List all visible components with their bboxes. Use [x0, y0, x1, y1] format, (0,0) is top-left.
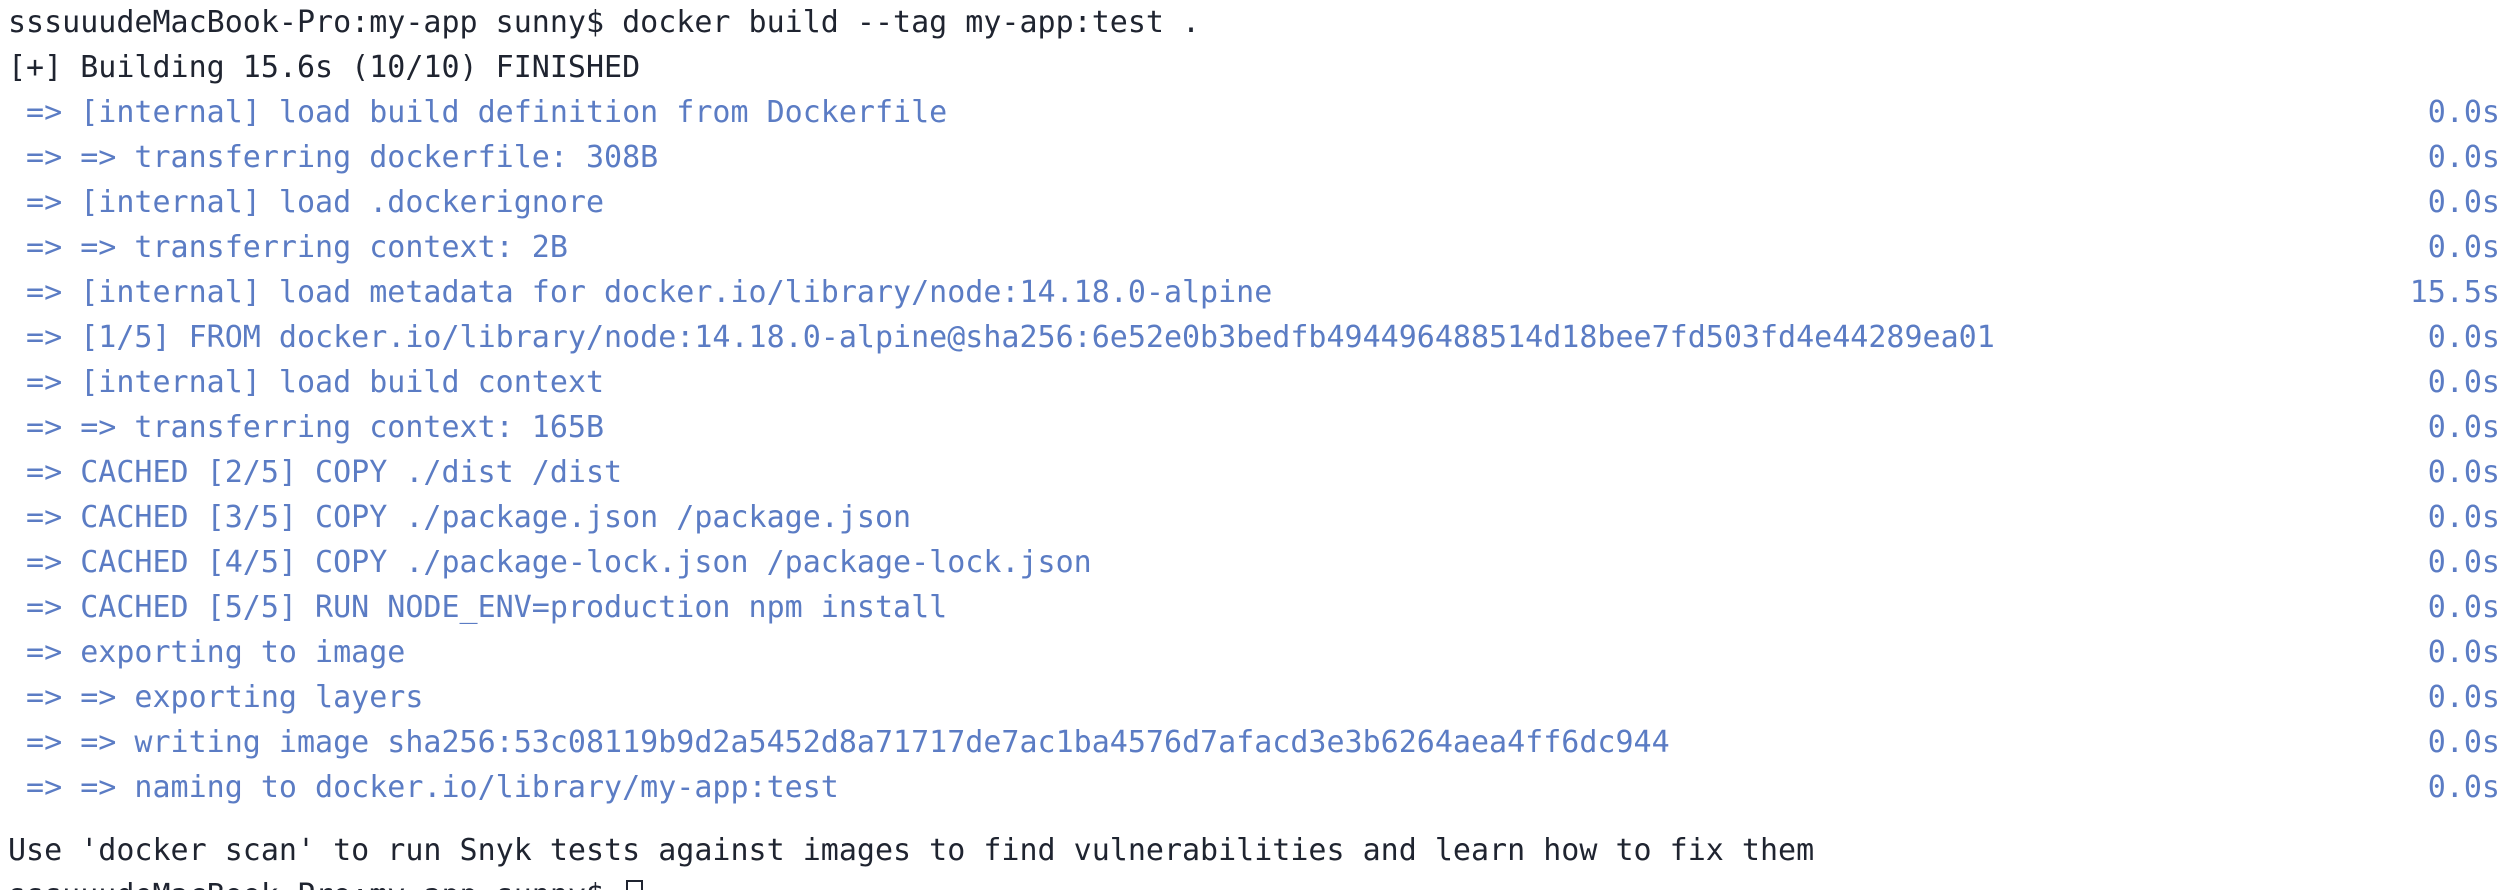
build-steps-list: => [internal] load build definition from…: [0, 90, 2514, 810]
build-step-duration: 0.0s: [2427, 410, 2500, 445]
build-step-row: => => writing image sha256:53c08119b9d2a…: [0, 720, 2514, 765]
build-step-row: => => transferring context: 165B 0.0s: [0, 405, 2514, 450]
build-step-text: => [internal] load metadata for docker.i…: [8, 275, 1273, 310]
build-step-duration: 0.0s: [2427, 140, 2500, 175]
build-step-row: => CACHED [3/5] COPY ./package.json /pac…: [0, 495, 2514, 540]
final-prompt-text: sssuuudeMacBook-Pro:my-app sunny$: [8, 878, 622, 890]
build-step-row: => [internal] load metadata for docker.i…: [0, 270, 2514, 315]
build-step-row: => CACHED [5/5] RUN NODE_ENV=production …: [0, 585, 2514, 630]
build-step-duration: 0.0s: [2427, 230, 2500, 265]
build-step-duration: 0.0s: [2427, 185, 2500, 220]
build-step-row: => => naming to docker.io/library/my-app…: [0, 765, 2514, 810]
build-step-text: => => transferring context: 2B: [8, 230, 568, 265]
build-step-duration: 0.0s: [2427, 365, 2500, 400]
build-step-text: => [internal] load build definition from…: [8, 95, 948, 130]
build-step-duration: 0.0s: [2427, 500, 2500, 535]
build-step-duration: 0.0s: [2427, 590, 2500, 625]
build-step-duration: 0.0s: [2427, 95, 2500, 130]
build-step-duration: 0.0s: [2427, 455, 2500, 490]
build-step-text: => [internal] load build context: [8, 365, 605, 400]
terminal-window[interactable]: sssuuudeMacBook-Pro:my-app sunny$ docker…: [0, 0, 2514, 890]
build-step-duration: 0.0s: [2427, 320, 2500, 355]
build-step-row: => [internal] load build definition from…: [0, 90, 2514, 135]
build-step-row: => CACHED [4/5] COPY ./package-lock.json…: [0, 540, 2514, 585]
build-step-text: => => naming to docker.io/library/my-app…: [8, 770, 839, 805]
build-step-duration: 0.0s: [2427, 770, 2500, 805]
final-prompt-line[interactable]: sssuuudeMacBook-Pro:my-app sunny$: [0, 873, 2514, 890]
blank-spacer: [0, 810, 2514, 828]
build-step-row: => [internal] load .dockerignore 0.0s: [0, 180, 2514, 225]
build-step-text: => [1/5] FROM docker.io/library/node:14.…: [8, 320, 1995, 355]
command-prompt-line: sssuuudeMacBook-Pro:my-app sunny$ docker…: [8, 5, 1201, 40]
cursor-block-icon: [626, 880, 644, 890]
build-step-duration: 15.5s: [2409, 275, 2500, 310]
build-step-text: => => writing image sha256:53c08119b9d2a…: [8, 725, 1670, 760]
build-step-text: => CACHED [2/5] COPY ./dist /dist: [8, 455, 623, 490]
build-step-row: => CACHED [2/5] COPY ./dist /dist 0.0s: [0, 450, 2514, 495]
build-step-text: => => transferring context: 165B: [8, 410, 605, 445]
build-step-row: => => transferring dockerfile: 308B 0.0s: [0, 135, 2514, 180]
build-status-line: [+] Building 15.6s (10/10) FINISHED: [8, 50, 641, 85]
docker-scan-hint: Use 'docker scan' to run Snyk tests agai…: [8, 833, 1815, 868]
build-step-text: => exporting to image: [8, 635, 406, 670]
build-step-text: => => transferring dockerfile: 308B: [8, 140, 659, 175]
build-step-duration: 0.0s: [2427, 680, 2500, 715]
build-step-row: => => exporting layers 0.0s: [0, 675, 2514, 720]
build-step-text: => CACHED [3/5] COPY ./package.json /pac…: [8, 500, 912, 535]
build-step-duration: 0.0s: [2427, 725, 2500, 760]
build-step-text: => [internal] load .dockerignore: [8, 185, 605, 220]
build-step-row: => => transferring context: 2B 0.0s: [0, 225, 2514, 270]
build-step-duration: 0.0s: [2427, 635, 2500, 670]
build-step-text: => CACHED [5/5] RUN NODE_ENV=production …: [8, 590, 948, 625]
build-step-text: => => exporting layers: [8, 680, 424, 715]
build-step-row: => exporting to image 0.0s: [0, 630, 2514, 675]
build-step-duration: 0.0s: [2427, 545, 2500, 580]
build-step-row: => [internal] load build context 0.0s: [0, 360, 2514, 405]
build-step-row: => [1/5] FROM docker.io/library/node:14.…: [0, 315, 2514, 360]
build-step-text: => CACHED [4/5] COPY ./package-lock.json…: [8, 545, 1092, 580]
